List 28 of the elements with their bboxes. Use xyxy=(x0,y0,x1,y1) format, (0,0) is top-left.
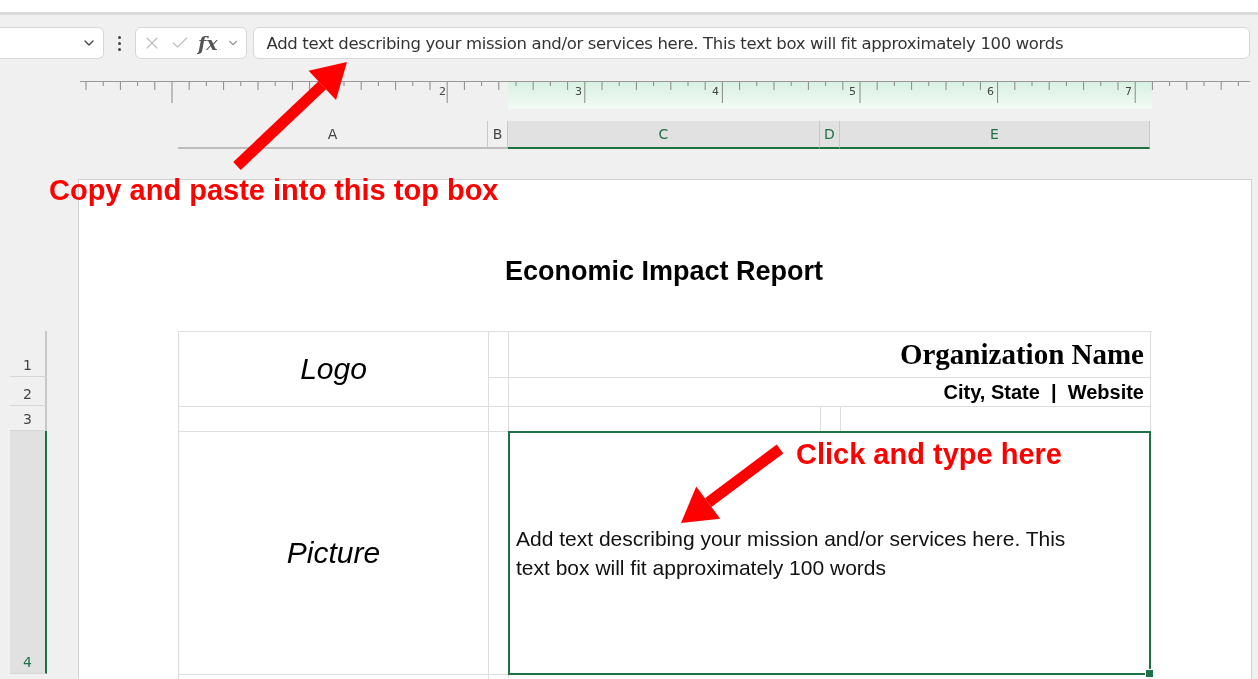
ruler-number: 4 xyxy=(712,85,719,98)
logo-placeholder-cell[interactable]: Logo xyxy=(179,332,489,407)
fill-handle[interactable] xyxy=(1145,669,1154,678)
annotation-text: Copy and paste into this top box xyxy=(49,174,499,207)
ruler-number: 2 xyxy=(439,85,446,98)
column-header[interactable]: A xyxy=(178,121,488,149)
ruler-number: 6 xyxy=(987,85,994,98)
column-header[interactable]: B xyxy=(488,121,508,149)
row-header[interactable]: 2 xyxy=(10,377,47,406)
organization-name: Organization Name xyxy=(509,332,1151,378)
row-header[interactable]: 3 xyxy=(10,406,47,431)
annotation-text: Click and type here xyxy=(796,438,1062,471)
insert-function-button[interactable]: fx xyxy=(198,32,218,54)
ruler-number: 3 xyxy=(575,85,582,98)
column-header[interactable]: E xyxy=(840,121,1150,149)
ruler-number: 5 xyxy=(849,85,856,98)
ruler-number: 7 xyxy=(1125,85,1132,98)
row-header[interactable]: 1 xyxy=(10,331,47,377)
table-cell xyxy=(489,407,509,432)
location-website: City, State | Website xyxy=(509,378,1151,407)
description-text: Add text describing your mission and/or services here. This text box will fit approximately 100 words xyxy=(516,526,1067,581)
formula-bar[interactable]: Add text describing your mission and/or services here. This text box will fit approximately 100 words xyxy=(252,27,1250,59)
column-header[interactable]: C xyxy=(508,121,820,149)
picture-placeholder-cell[interactable]: Picture xyxy=(179,432,489,675)
table-cell xyxy=(489,378,509,407)
report-title: Economic Impact Report xyxy=(504,256,824,286)
row-header[interactable]: 4 xyxy=(10,431,47,674)
column-header[interactable]: D xyxy=(820,121,840,149)
